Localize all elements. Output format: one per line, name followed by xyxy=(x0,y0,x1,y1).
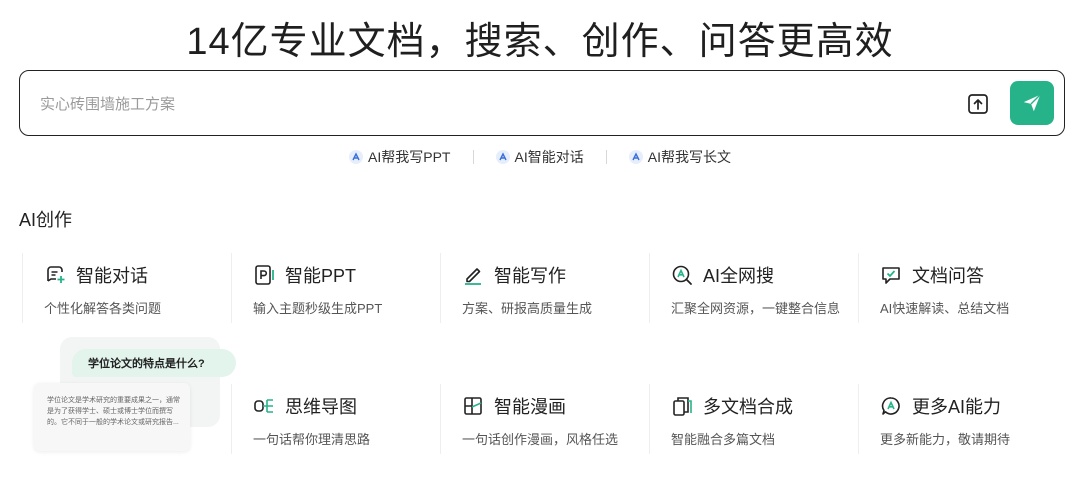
comic-icon xyxy=(462,395,484,417)
doc-chat-icon xyxy=(880,264,902,286)
upload-button[interactable] xyxy=(966,92,990,116)
card-desc: 汇聚全网资源，一键整合信息 xyxy=(671,301,841,316)
card-mindmap[interactable]: 思维导图 一句话帮你理清思路 xyxy=(231,384,439,454)
section-title: AI创作 xyxy=(19,210,73,230)
card-doc-qa[interactable]: 文档问答 AI快速解读、总结文档 xyxy=(858,253,1066,323)
quick-link-label: AI帮我写PPT xyxy=(368,149,451,165)
web-search-icon xyxy=(671,264,693,286)
illustration-answer: 学位论文是学术研究的重要成果之一，通常是为了获得学士、硕士或博士学位而撰写的。它… xyxy=(34,383,190,451)
ai-badge-icon xyxy=(628,150,643,164)
card-more-ai[interactable]: 更多AI能力 更多新能力，敬请期待 xyxy=(858,384,1066,454)
quick-links: AI帮我写PPT AI智能对话 AI帮我写长文 xyxy=(0,147,1080,167)
card-desc: AI快速解读、总结文档 xyxy=(880,301,1010,316)
card-desc: 更多新能力，敬请期待 xyxy=(880,432,1011,447)
page-headline: 14亿专业文档，搜索、创作、问答更高效 xyxy=(186,21,894,63)
card-title: 智能写作 xyxy=(494,266,566,286)
more-ai-icon xyxy=(880,395,902,417)
card-multi-doc[interactable]: 多文档合成 智能融合多篇文档 xyxy=(649,384,857,454)
chat-plus-icon xyxy=(44,264,66,286)
mindmap-icon xyxy=(253,395,275,417)
quick-link-ai-ppt[interactable]: AI帮我写PPT xyxy=(349,147,451,167)
ai-badge-icon xyxy=(495,150,510,164)
card-title: 思维导图 xyxy=(285,397,357,417)
card-title: AI全网搜 xyxy=(703,266,775,286)
ai-badge-icon xyxy=(349,150,364,164)
send-icon xyxy=(1023,94,1041,112)
quick-link-ai-longtext[interactable]: AI帮我写长文 xyxy=(628,147,731,167)
card-title: 更多AI能力 xyxy=(912,397,1002,417)
upload-icon xyxy=(968,94,988,114)
quick-link-label: AI智能对话 xyxy=(514,149,584,165)
multi-doc-icon xyxy=(671,395,693,417)
divider xyxy=(605,150,607,164)
card-smart-chat[interactable]: 智能对话 个性化解答各类问题 xyxy=(22,253,230,323)
card-title: 智能漫画 xyxy=(494,397,566,417)
card-desc: 智能融合多篇文档 xyxy=(671,432,776,447)
card-title: 多文档合成 xyxy=(703,397,793,417)
card-desc: 一句话帮你理清思路 xyxy=(253,432,371,447)
quick-link-ai-chat[interactable]: AI智能对话 xyxy=(495,147,584,167)
card-smart-comic[interactable]: 智能漫画 一句话创作漫画，风格任选 xyxy=(440,384,648,454)
card-desc: 方案、研报高质量生成 xyxy=(462,301,593,316)
card-title: 智能PPT xyxy=(285,266,357,286)
card-desc: 个性化解答各类问题 xyxy=(44,301,162,316)
card-smart-ppt[interactable]: 智能PPT 输入主题秒级生成PPT xyxy=(231,253,439,323)
quick-link-label: AI帮我写长文 xyxy=(647,149,731,165)
send-button[interactable] xyxy=(1010,81,1054,125)
search-input[interactable] xyxy=(40,91,900,117)
card-web-search[interactable]: AI全网搜 汇聚全网资源，一键整合信息 xyxy=(649,253,857,323)
card-title: 文档问答 xyxy=(912,266,984,286)
card-desc: 输入主题秒级生成PPT xyxy=(253,301,383,316)
pen-icon xyxy=(462,264,484,286)
ppt-icon xyxy=(253,264,275,286)
card-smart-writing[interactable]: 智能写作 方案、研报高质量生成 xyxy=(440,253,648,323)
illustration-question: 学位论文的特点是什么? xyxy=(72,349,236,377)
chat-illustration: 学位论文的特点是什么? 学位论文是学术研究的重要成果之一，通常是为了获得学士、硕… xyxy=(22,335,236,453)
divider xyxy=(472,150,474,164)
card-desc: 一句话创作漫画，风格任选 xyxy=(462,432,619,447)
card-title: 智能对话 xyxy=(76,266,148,286)
search-box xyxy=(19,70,1065,136)
